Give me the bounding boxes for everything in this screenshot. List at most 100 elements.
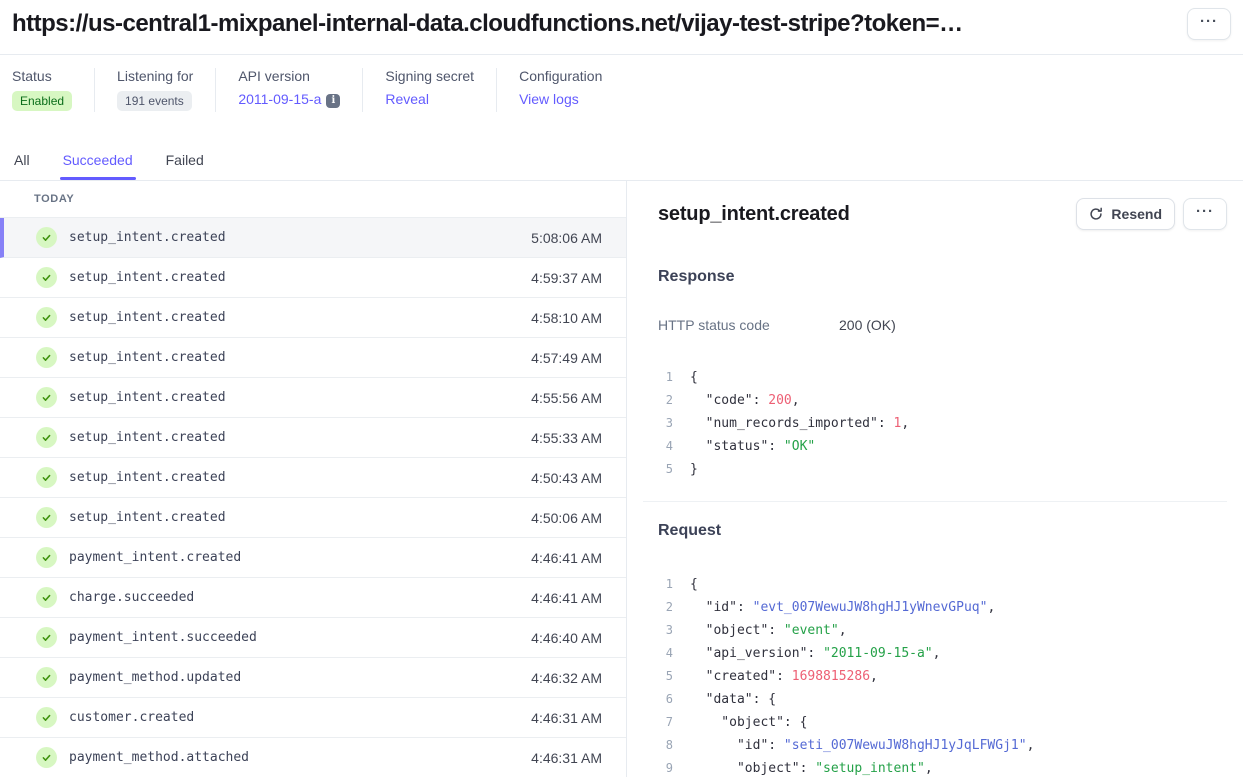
list-item[interactable]: setup_intent.created 4:59:37 AM [0, 258, 626, 298]
line-number: 4 [658, 435, 673, 458]
code-line: 8 "id": "seti_007WewuJW8hgHJ1yJqLFWGj1", [658, 734, 1227, 757]
list-item[interactable]: customer.created 4:46:31 AM [0, 698, 626, 738]
status-label: Status [12, 68, 72, 84]
list-item[interactable]: setup_intent.created 4:50:06 AM [0, 498, 626, 538]
list-item[interactable]: setup_intent.created 4:50:43 AM [0, 458, 626, 498]
tab-failed[interactable]: Failed [166, 152, 204, 180]
status-label: API version [238, 68, 340, 84]
code-line: 1 { [658, 366, 1227, 389]
check-icon [36, 387, 57, 408]
list-item[interactable]: setup_intent.created 4:55:56 AM [0, 378, 626, 418]
detail-header: setup_intent.created Resend ··· [658, 198, 1227, 230]
response-heading: Response [658, 268, 1227, 286]
event-time: 4:46:32 AM [531, 670, 602, 686]
response-code-block: 1 { 2 "code": 200, 3 "num_records_import… [658, 366, 1227, 481]
event-name: payment_intent.succeeded [69, 630, 531, 645]
status-group-signing-secret: Signing secret Reveal [362, 68, 496, 112]
status-group-status: Status Enabled [12, 68, 94, 112]
view-logs-link[interactable]: View logs [519, 91, 579, 107]
line-number: 6 [658, 688, 673, 711]
check-icon [36, 547, 57, 568]
list-item[interactable]: setup_intent.created 5:08:06 AM [0, 218, 626, 258]
event-name: customer.created [69, 710, 531, 725]
event-rows: setup_intent.created 5:08:06 AM setup_in… [0, 218, 626, 777]
line-number: 2 [658, 596, 673, 619]
event-time: 4:59:37 AM [531, 270, 602, 286]
event-time: 4:58:10 AM [531, 310, 602, 326]
event-name: setup_intent.created [69, 230, 531, 245]
event-time: 4:46:31 AM [531, 750, 602, 766]
list-item[interactable]: setup_intent.created 4:57:49 AM [0, 338, 626, 378]
tab-succeeded[interactable]: Succeeded [63, 152, 133, 180]
line-number: 5 [658, 665, 673, 688]
page-overflow-menu-button[interactable]: ··· [1187, 8, 1231, 40]
event-list: TODAY setup_intent.created 5:08:06 AM se… [0, 181, 627, 777]
line-number: 9 [658, 757, 673, 777]
tab-all[interactable]: All [14, 152, 30, 180]
event-name: setup_intent.created [69, 510, 531, 525]
status-group-configuration: Configuration View logs [496, 68, 624, 112]
event-time: 4:46:31 AM [531, 710, 602, 726]
page-header: https://us-central1-mixpanel-internal-da… [0, 0, 1243, 55]
check-icon [36, 747, 57, 768]
event-name: charge.succeeded [69, 590, 531, 605]
list-item[interactable]: setup_intent.created 4:58:10 AM [0, 298, 626, 338]
code-line: 4 "api_version": "2011-09-15-a", [658, 642, 1227, 665]
page-title: https://us-central1-mixpanel-internal-da… [12, 8, 963, 38]
line-number: 5 [658, 458, 673, 481]
check-icon [36, 707, 57, 728]
resend-button[interactable]: Resend [1076, 198, 1175, 230]
status-enabled-badge: Enabled [12, 91, 72, 111]
reveal-link[interactable]: Reveal [385, 91, 429, 107]
check-icon [36, 347, 57, 368]
status-group-listening-for: Listening for 191 events [94, 68, 215, 112]
event-time: 4:55:56 AM [531, 390, 602, 406]
line-number: 3 [658, 412, 673, 435]
check-icon [36, 307, 57, 328]
code-line: 2 "code": 200, [658, 389, 1227, 412]
info-icon[interactable]: i [326, 94, 340, 108]
http-status-label: HTTP status code [658, 317, 839, 333]
status-label: Listening for [117, 68, 193, 84]
event-detail-title: setup_intent.created [658, 203, 850, 226]
event-name: setup_intent.created [69, 430, 531, 445]
event-name: payment_method.attached [69, 750, 531, 765]
event-name: payment_method.updated [69, 670, 531, 685]
code-line: 4 "status": "OK" [658, 435, 1227, 458]
check-icon [36, 507, 57, 528]
list-item[interactable]: payment_method.attached 4:46:31 AM [0, 738, 626, 777]
check-icon [36, 467, 57, 488]
resend-icon [1089, 207, 1103, 221]
list-item[interactable]: payment_intent.succeeded 4:46:40 AM [0, 618, 626, 658]
list-item[interactable]: setup_intent.created 4:55:33 AM [0, 418, 626, 458]
check-icon [36, 587, 57, 608]
check-icon [36, 427, 57, 448]
code-line: 3 "object": "event", [658, 619, 1227, 642]
event-time: 4:55:33 AM [531, 430, 602, 446]
list-item[interactable]: payment_intent.created 4:46:41 AM [0, 538, 626, 578]
code-line: 7 "object": { [658, 711, 1227, 734]
code-line: 5 "created": 1698815286, [658, 665, 1227, 688]
ellipsis-icon: ··· [1200, 14, 1218, 29]
event-time: 4:57:49 AM [531, 350, 602, 366]
code-line: 9 "object": "setup_intent", [658, 757, 1227, 777]
ellipsis-icon: ··· [1196, 204, 1214, 219]
code-line: 5 } [658, 458, 1227, 481]
list-item[interactable]: payment_method.updated 4:46:32 AM [0, 658, 626, 698]
request-code-block: 1 { 2 "id": "evt_007WewuJW8hgHJ1yWnevGPu… [658, 573, 1227, 777]
events-count-badge: 191 events [117, 91, 192, 111]
status-label: Signing secret [385, 68, 474, 84]
event-time: 5:08:06 AM [531, 230, 602, 246]
section-divider [643, 501, 1227, 502]
api-version-link[interactable]: 2011-09-15-a [238, 91, 321, 107]
line-number: 1 [658, 573, 673, 596]
event-name: setup_intent.created [69, 270, 531, 285]
http-status-row: HTTP status code 200 (OK) [658, 317, 1227, 333]
event-time: 4:50:06 AM [531, 510, 602, 526]
detail-actions: Resend ··· [1076, 198, 1227, 230]
event-detail-panel: setup_intent.created Resend ··· Response… [627, 181, 1243, 777]
status-group-api-version: API version 2011-09-15-a i [215, 68, 362, 112]
list-item[interactable]: charge.succeeded 4:46:41 AM [0, 578, 626, 618]
detail-overflow-menu-button[interactable]: ··· [1183, 198, 1227, 230]
line-number: 1 [658, 366, 673, 389]
